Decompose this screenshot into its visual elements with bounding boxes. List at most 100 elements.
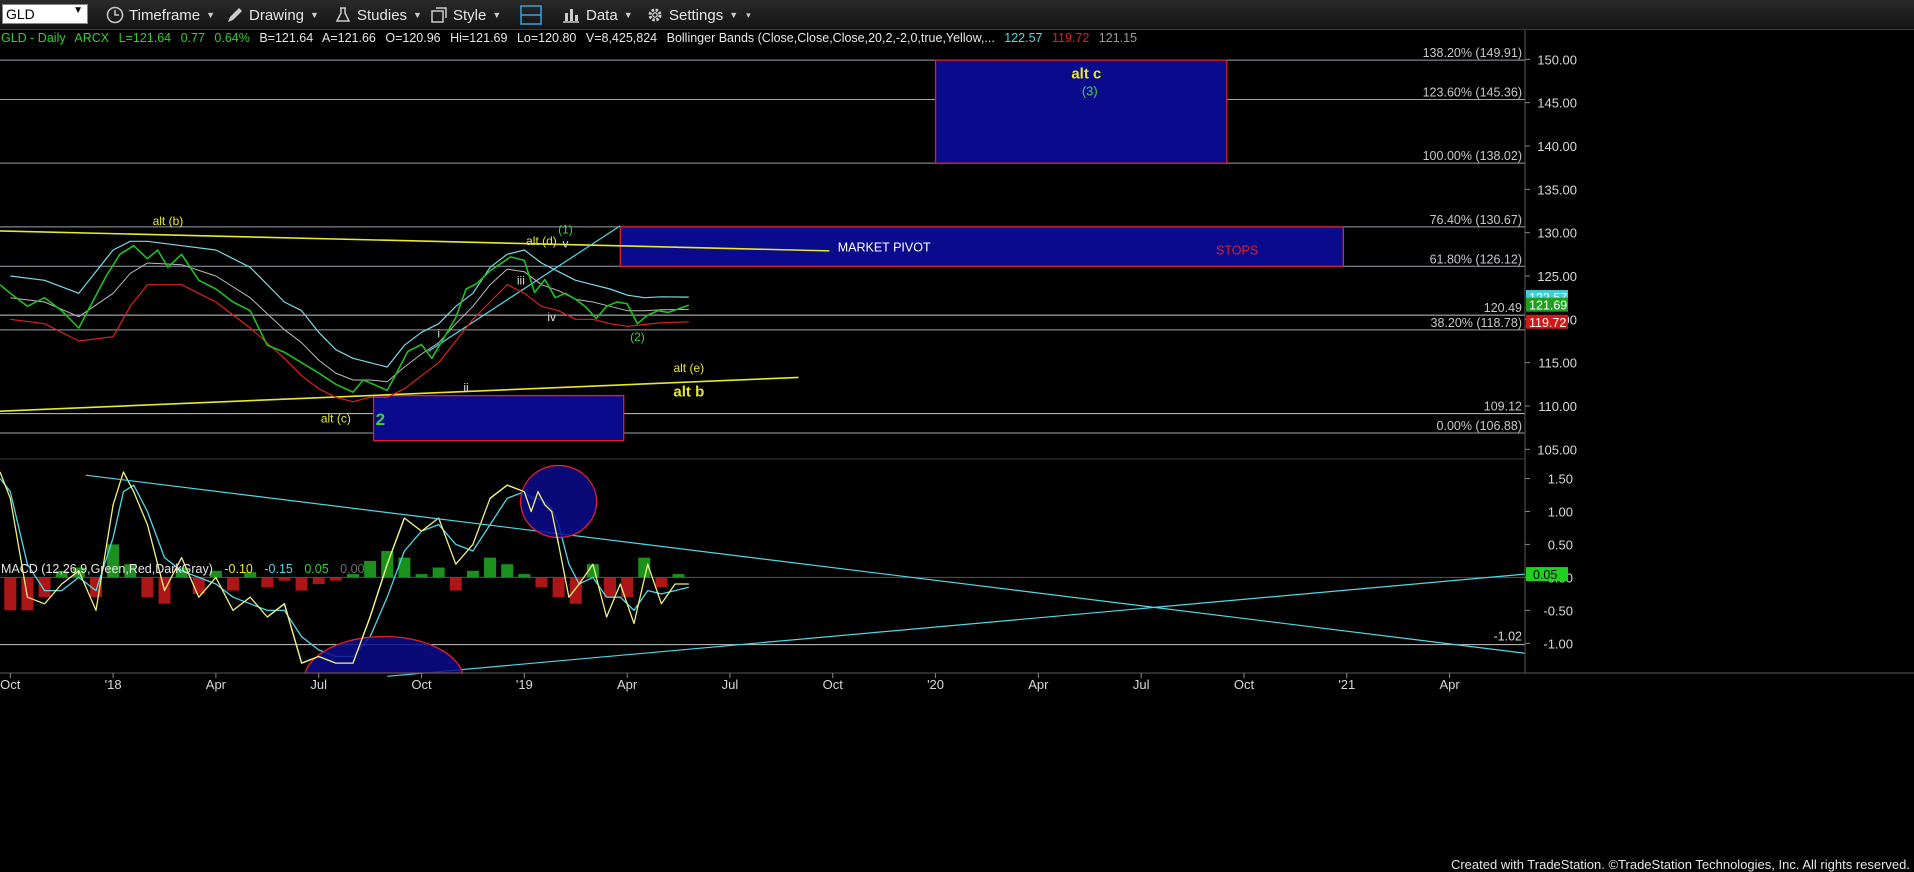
caret-down-icon: ▾ [746, 9, 751, 20]
high: Hi=121.69 [450, 31, 508, 45]
macd-histogram-bar [449, 577, 462, 591]
macd-histogram-bar [329, 577, 342, 581]
wave-3-label: (3) [1082, 84, 1098, 99]
time-tick-label: Apr [617, 677, 638, 692]
caret-down-icon: ▼ [206, 10, 216, 20]
fib-label: 100.00% (138.02) [1423, 149, 1522, 163]
timeframe-menu[interactable]: Timeframe ▼ [106, 4, 215, 26]
price-series [0, 240, 690, 403]
impulse-trendline [428, 225, 621, 352]
style-label: Style [453, 6, 487, 24]
alt-c-paren-label: alt (c) [321, 411, 351, 425]
wave-2-label: 2 [376, 410, 385, 429]
time-tick-label: '20 [927, 677, 944, 692]
price-tick-label: 130.00 [1537, 226, 1577, 241]
macd-level-label: -1.02 [1494, 630, 1523, 644]
price-tick-label: 140.00 [1537, 139, 1577, 154]
low: Lo=120.80 [516, 31, 577, 45]
macd-histogram-bar [535, 577, 548, 588]
volume: V=8,425,824 [585, 31, 658, 45]
alt-b-label: alt b [673, 383, 704, 400]
time-tick-label: Apr [206, 677, 227, 692]
middle-bollinger-band [10, 262, 689, 383]
macd-histogram-bar [604, 577, 616, 598]
price-tick-label: 105.00 [1537, 442, 1577, 457]
pencil-icon [228, 8, 242, 22]
gear-icon [648, 8, 662, 22]
data-menu[interactable]: Data ▼ [561, 4, 633, 26]
bb-mid-value: 121.15 [1098, 31, 1138, 45]
fib-label: 0.00% (106.88) [1437, 419, 1522, 433]
pct-change: 0.64% [214, 31, 250, 45]
time-tick-label: Apr [1028, 677, 1049, 692]
timeframe-label: Timeframe [129, 6, 201, 24]
exchange: ARCX [74, 31, 110, 45]
macd-tick-label: -1.00 [1543, 636, 1573, 651]
macd-bottom-ellipse [304, 635, 464, 674]
macd-histogram-bar [484, 557, 497, 578]
alt-b-paren-label: alt (b) [153, 214, 184, 228]
symbol-quote-line: GLD - Daily ARCX L=121.64 0.77 0.64% B=1… [1, 31, 1143, 45]
price-tick-label: 150.00 [1537, 52, 1577, 67]
bar-chart-icon [563, 9, 579, 23]
time-tick-label: Apr [1439, 677, 1460, 692]
fib-label: 138.20% (149.91) [1423, 46, 1522, 60]
clock-icon [106, 6, 124, 24]
bb-lower-value: 119.72 [1052, 31, 1090, 45]
time-tick-label: Jul [310, 677, 327, 692]
alt-e-label: alt (e) [673, 361, 704, 375]
time-tick-label: '21 [1338, 677, 1355, 692]
wave-iv-label: iv [547, 310, 556, 324]
net-change: 0.77 [180, 31, 205, 45]
macd-histogram-bar [295, 577, 308, 591]
layout-button[interactable] [520, 4, 547, 26]
signal-value: -0.15 [264, 562, 293, 576]
macd-histogram-bar [432, 567, 445, 578]
macd-histogram-bar [227, 577, 240, 591]
macd-header: MACD (12,26,9,Green,Red,DarkGray) -0.10 … [1, 562, 373, 576]
support-box [372, 394, 625, 442]
wave-v-label: v [562, 236, 568, 250]
level-label: 109.12 [1484, 400, 1522, 414]
drawing-menu[interactable]: Drawing ▼ [226, 4, 319, 26]
caret-down-icon: ▼ [492, 10, 502, 20]
open: O=120.96 [385, 31, 441, 45]
footer-credit: Created with TradeStation. ©TradeStation… [1450, 857, 1910, 872]
macd-histogram-bar [655, 577, 668, 588]
fib-label: 38.20% (118.78) [1431, 316, 1523, 330]
macd-tick-label: 1.50 [1548, 471, 1573, 486]
macd-histogram-bar [518, 574, 531, 578]
macd-histogram-bar [621, 577, 634, 598]
price-tick-label: 110.00 [1538, 399, 1577, 414]
macd-histogram-bar [312, 577, 325, 584]
macd-histogram-bar [4, 577, 17, 611]
caret-down-icon: ▼ [623, 10, 633, 20]
time-tick-label: Oct [411, 677, 432, 692]
time-tick-label: '19 [516, 677, 533, 692]
bb-upper-value: 122.57 [1004, 31, 1043, 45]
alt-c-label: alt c [1071, 65, 1101, 82]
macd-tick-label: 1.00 [1548, 504, 1573, 519]
symbol-selector[interactable]: GLD ▼ [2, 4, 88, 24]
wave-2-paren-label: (2) [630, 330, 645, 344]
studies-menu[interactable]: Studies ▼ [334, 4, 422, 26]
price-chart[interactable]: 138.20% (149.91) 123.60% (145.36) 100.00% … [0, 30, 1914, 858]
style-menu[interactable]: Style ▼ [430, 4, 501, 26]
price-tag-label: 119.72 [1529, 316, 1566, 330]
settings-menu[interactable]: Settings ▼ ▾ [646, 4, 751, 26]
alt-d-label: alt (d) [526, 234, 557, 248]
time-tick-label: Jul [722, 677, 739, 692]
lower-bollinger-band [10, 284, 689, 403]
symbol-name: GLD - Daily [1, 31, 66, 45]
upper-bollinger-band [10, 240, 689, 368]
zero-value: 0.00 [340, 562, 365, 576]
time-tick-label: Oct [0, 677, 21, 692]
price-tick-label: 125.00 [1537, 269, 1577, 284]
chevron-down-icon: ▼ [73, 5, 83, 16]
time-tick-label: Jul [1133, 677, 1150, 692]
stops-label: STOPS [1216, 243, 1258, 257]
bid: B=121.64 [259, 31, 314, 45]
last-price: L=121.64 [118, 31, 172, 45]
price-tick-label: 115.00 [1538, 356, 1577, 371]
macd-histogram-bar [569, 577, 582, 604]
